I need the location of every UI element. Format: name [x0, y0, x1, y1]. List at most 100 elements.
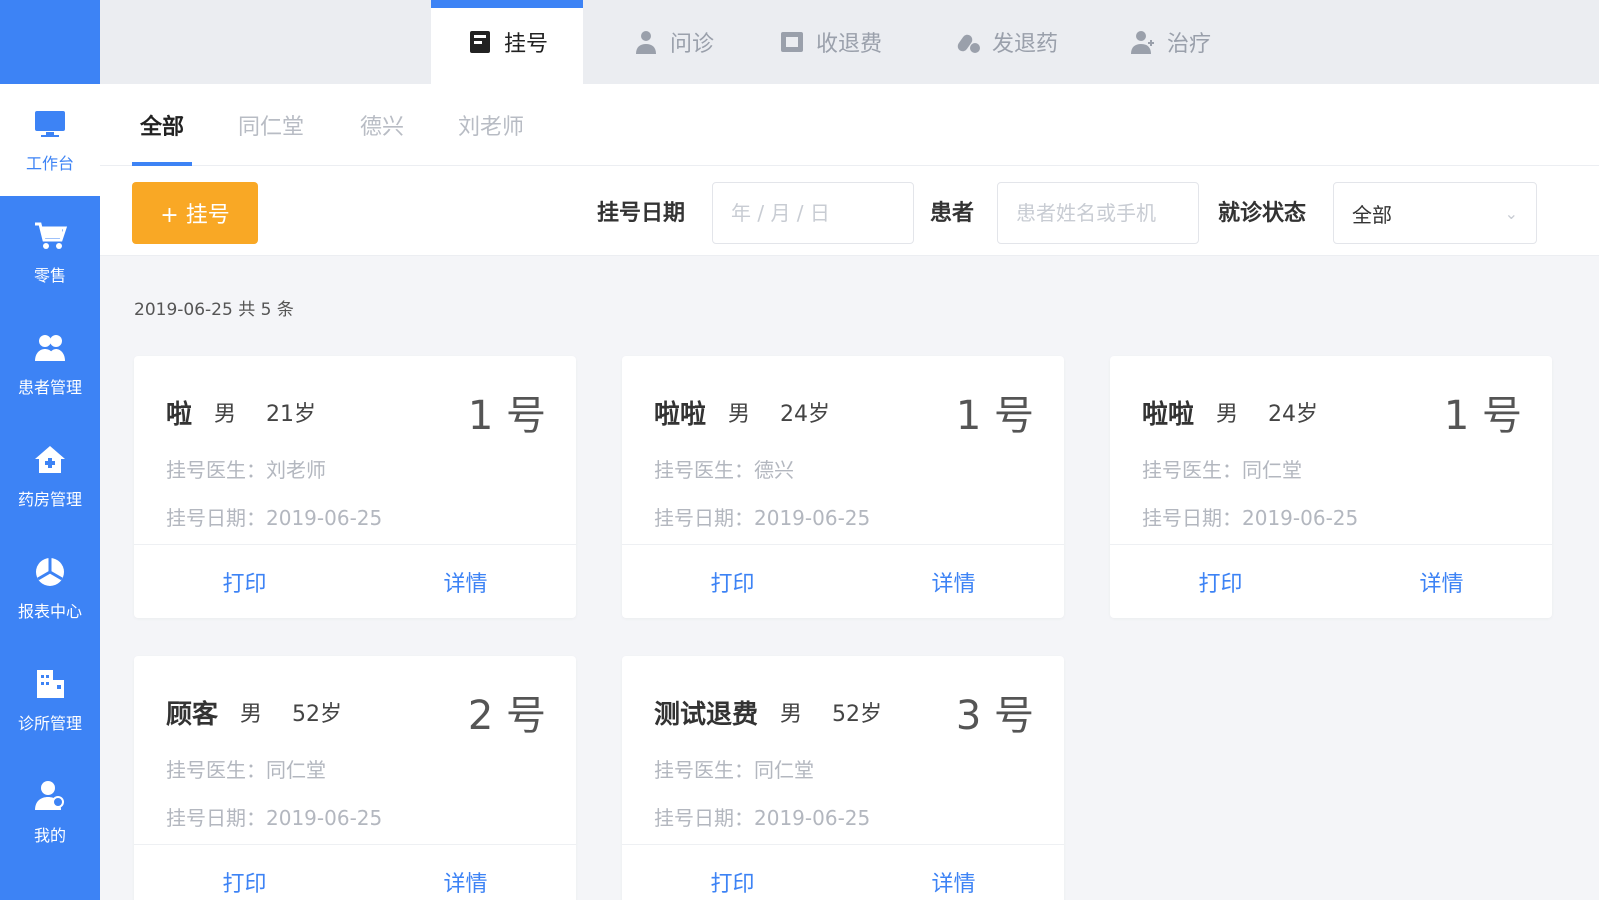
- card-actions: 打印 详情: [622, 544, 1064, 618]
- print-button[interactable]: 打印: [622, 566, 843, 598]
- sidebar-item-label: 患者管理: [17, 378, 82, 397]
- date-info: 挂号日期：2019-06-25: [166, 506, 383, 530]
- print-button[interactable]: 打印: [1110, 566, 1331, 598]
- patient-name: 啦啦: [1142, 399, 1195, 430]
- date-label: 挂号日期: [597, 201, 686, 226]
- tab-medicine[interactable]: 发退药: [936, 0, 1076, 84]
- patient-age: 24岁: [1268, 402, 1319, 427]
- house-icon: [32, 442, 68, 478]
- queue-number: 1 号: [467, 393, 546, 439]
- chart-pie-icon: [32, 554, 68, 590]
- print-button[interactable]: 打印: [134, 866, 355, 898]
- doctor-info: 挂号医生：德兴: [654, 458, 794, 482]
- sidebar-item-label: 诊所管理: [17, 714, 82, 733]
- doctor-filter-tabs: 全部 同仁堂 德兴 刘老师: [100, 84, 1599, 166]
- sidebar-item-label: 药房管理: [17, 490, 82, 509]
- card-header: 测试退费 男 52岁 3 号: [654, 684, 1034, 740]
- detail-button[interactable]: 详情: [355, 566, 576, 598]
- sidebar: 工作台 零售 患者管理 药房管理 报表中心 诊所管理 我的: [0, 0, 100, 900]
- patient-name: 测试退费: [654, 699, 759, 730]
- sidebar-item-patients[interactable]: 患者管理: [0, 308, 100, 420]
- subtab-liu[interactable]: 刘老师: [458, 84, 524, 166]
- doctor-info: 挂号医生：同仁堂: [654, 758, 814, 782]
- add-registration-button[interactable]: + 挂号: [132, 182, 258, 244]
- subtab-dexing[interactable]: 德兴: [360, 84, 404, 166]
- sidebar-item-workbench[interactable]: 工作台: [0, 84, 100, 196]
- sidebar-item-reports[interactable]: 报表中心: [0, 532, 100, 644]
- date-info: 挂号日期：2019-06-25: [654, 806, 871, 830]
- sidebar-item-pharmacy[interactable]: 药房管理: [0, 420, 100, 532]
- patient-name: 顾客: [166, 699, 219, 730]
- cashier-icon: [778, 28, 806, 56]
- sidebar-item-label: 零售: [33, 266, 66, 285]
- card-header: 啦啦 男 24岁 1 号: [1142, 384, 1522, 440]
- tab-consult[interactable]: 问诊: [608, 0, 738, 84]
- date-info: 挂号日期：2019-06-25: [1142, 506, 1359, 530]
- patient-sex: 男: [240, 702, 263, 727]
- detail-button[interactable]: 详情: [843, 866, 1064, 898]
- sidebar-item-label: 我的: [33, 826, 66, 845]
- doctor-info: 挂号医生：刘老师: [166, 458, 326, 482]
- detail-button[interactable]: 详情: [355, 866, 576, 898]
- user-icon: [32, 778, 68, 814]
- monitor-icon: [32, 106, 68, 142]
- print-button[interactable]: 打印: [134, 566, 355, 598]
- tab-register[interactable]: 挂号: [431, 0, 583, 84]
- register-icon: [466, 28, 494, 56]
- chevron-down-icon: ⌄: [1504, 203, 1518, 223]
- card-actions: 打印 详情: [134, 844, 576, 900]
- queue-number: 3 号: [955, 693, 1034, 739]
- patient-sex: 男: [214, 402, 237, 427]
- subtab-tongrentang[interactable]: 同仁堂: [238, 84, 304, 166]
- card-actions: 打印 详情: [622, 844, 1064, 900]
- registration-card: 啦啦 男 24岁 1 号 挂号医生：同仁堂 挂号日期：2019-06-25 打印…: [1110, 356, 1552, 618]
- patient-name: 啦: [166, 399, 193, 430]
- users-icon: [32, 330, 68, 366]
- registration-card: 啦啦 男 24岁 1 号 挂号医生：德兴 挂号日期：2019-06-25 打印 …: [622, 356, 1064, 618]
- card-actions: 打印 详情: [1110, 544, 1552, 618]
- patient-age: 52岁: [292, 702, 343, 727]
- filter-bar: + 挂号 挂号日期 患者 就诊状态 全部 ⌄: [100, 166, 1599, 256]
- registration-card: 顾客 男 52岁 2 号 挂号医生：同仁堂 挂号日期：2019-06-25 打印…: [134, 656, 576, 900]
- card-actions: 打印 详情: [134, 544, 576, 618]
- registration-card: 啦 男 21岁 1 号 挂号医生：刘老师 挂号日期：2019-06-25 打印 …: [134, 356, 576, 618]
- sidebar-item-label: 报表中心: [17, 602, 82, 621]
- print-button[interactable]: 打印: [622, 866, 843, 898]
- patient-search-input[interactable]: [997, 182, 1199, 244]
- card-header: 啦 男 21岁 1 号: [166, 384, 546, 440]
- queue-number: 1 号: [955, 393, 1034, 439]
- status-label: 就诊状态: [1218, 201, 1307, 226]
- registration-card: 测试退费 男 52岁 3 号 挂号医生：同仁堂 挂号日期：2019-06-25 …: [622, 656, 1064, 900]
- result-summary: 2019-06-25 共 5 条: [134, 300, 294, 320]
- treatment-icon: [1129, 28, 1157, 56]
- tab-cashier[interactable]: 收退费: [760, 0, 900, 84]
- sidebar-item-clinic[interactable]: 诊所管理: [0, 644, 100, 756]
- card-header: 啦啦 男 24岁 1 号: [654, 384, 1034, 440]
- status-select[interactable]: 全部 ⌄: [1333, 182, 1537, 244]
- detail-button[interactable]: 详情: [1331, 566, 1552, 598]
- detail-button[interactable]: 详情: [843, 566, 1064, 598]
- patient-label: 患者: [930, 201, 975, 226]
- tab-treatment[interactable]: 治疗: [1110, 0, 1230, 84]
- sidebar-item-label: 工作台: [25, 154, 74, 173]
- card-header: 顾客 男 52岁 2 号: [166, 684, 546, 740]
- queue-number: 2 号: [467, 693, 546, 739]
- doctor-info: 挂号医生：同仁堂: [166, 758, 326, 782]
- doctor-icon: [632, 28, 660, 56]
- cart-icon: [32, 218, 68, 254]
- medicine-icon: [954, 28, 982, 56]
- doctor-info: 挂号医生：同仁堂: [1142, 458, 1302, 482]
- sidebar-item-retail[interactable]: 零售: [0, 196, 100, 308]
- status-select-value: 全部: [1352, 202, 1392, 227]
- date-info: 挂号日期：2019-06-25: [166, 806, 383, 830]
- date-input[interactable]: [712, 182, 914, 244]
- date-info: 挂号日期：2019-06-25: [654, 506, 871, 530]
- subtab-all[interactable]: 全部: [132, 84, 193, 166]
- sidebar-item-mine[interactable]: 我的: [0, 756, 100, 868]
- patient-sex: 男: [1216, 402, 1239, 427]
- patient-age: 21岁: [266, 402, 317, 427]
- patient-sex: 男: [780, 702, 803, 727]
- clinic-icon: [32, 666, 68, 702]
- sidebar-logo-area: [0, 0, 100, 84]
- patient-age: 24岁: [780, 402, 831, 427]
